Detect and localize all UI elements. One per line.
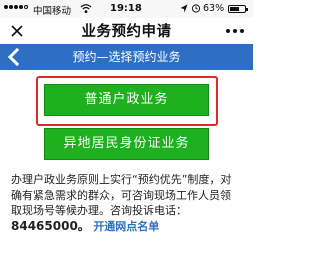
page-title: 预约—选择预约业务 [72, 50, 181, 64]
page-header: 预约—选择预约业务 [0, 44, 253, 70]
battery-level-fill [230, 7, 239, 11]
notice-line: 84465000。 开通网点名单 [11, 219, 248, 235]
option-button-nonlocal-id-card[interactable]: 异地居民身份证业务 [44, 128, 209, 160]
signal-dot [4, 5, 8, 9]
hotline-number: 84465000。 [11, 218, 90, 233]
more-dots-icon[interactable] [222, 23, 248, 39]
signal-dot [24, 5, 28, 9]
status-time: 19:18 [110, 3, 142, 14]
location-arrow-icon [180, 4, 188, 13]
close-icon[interactable] [8, 22, 26, 40]
signal-dots-icon [4, 5, 28, 9]
nav-title: 业务预约申请 [81, 24, 172, 40]
battery-icon [228, 5, 248, 13]
option-button-regular-household[interactable]: 普通户政业务 [44, 84, 209, 116]
notice-line: 取现场号等候办理。咨询投诉电话： [11, 204, 187, 217]
notice-line: 办理户政业务原则上实行“预约优先”制度，对 [11, 173, 232, 186]
signal-dot [14, 5, 18, 9]
status-bar: 中国移动 19:18 63% [0, 0, 253, 18]
app-screen: 中国移动 19:18 63% 业务预约申请 预约—选择预约业务 普通户政业务 异… [0, 0, 253, 257]
alarm-icon [191, 4, 201, 13]
chevron-left-icon[interactable] [2, 45, 26, 69]
signal-dot [9, 5, 13, 9]
notice-text: 办理户政业务原则上实行“预约优先”制度，对 确有紧急需求的群众，可咨询现场工作人… [11, 172, 248, 234]
outlet-list-link[interactable]: 开通网点名单 [93, 220, 159, 233]
wifi-icon [80, 4, 92, 13]
nav-bar: 业务预约申请 [0, 18, 253, 45]
signal-dot [19, 5, 23, 9]
notice-line: 确有紧急需求的群众，可咨询现场工作人员领 [11, 188, 231, 202]
battery-percent: 63% [203, 3, 225, 14]
carrier-label: 中国移动 [33, 6, 72, 17]
